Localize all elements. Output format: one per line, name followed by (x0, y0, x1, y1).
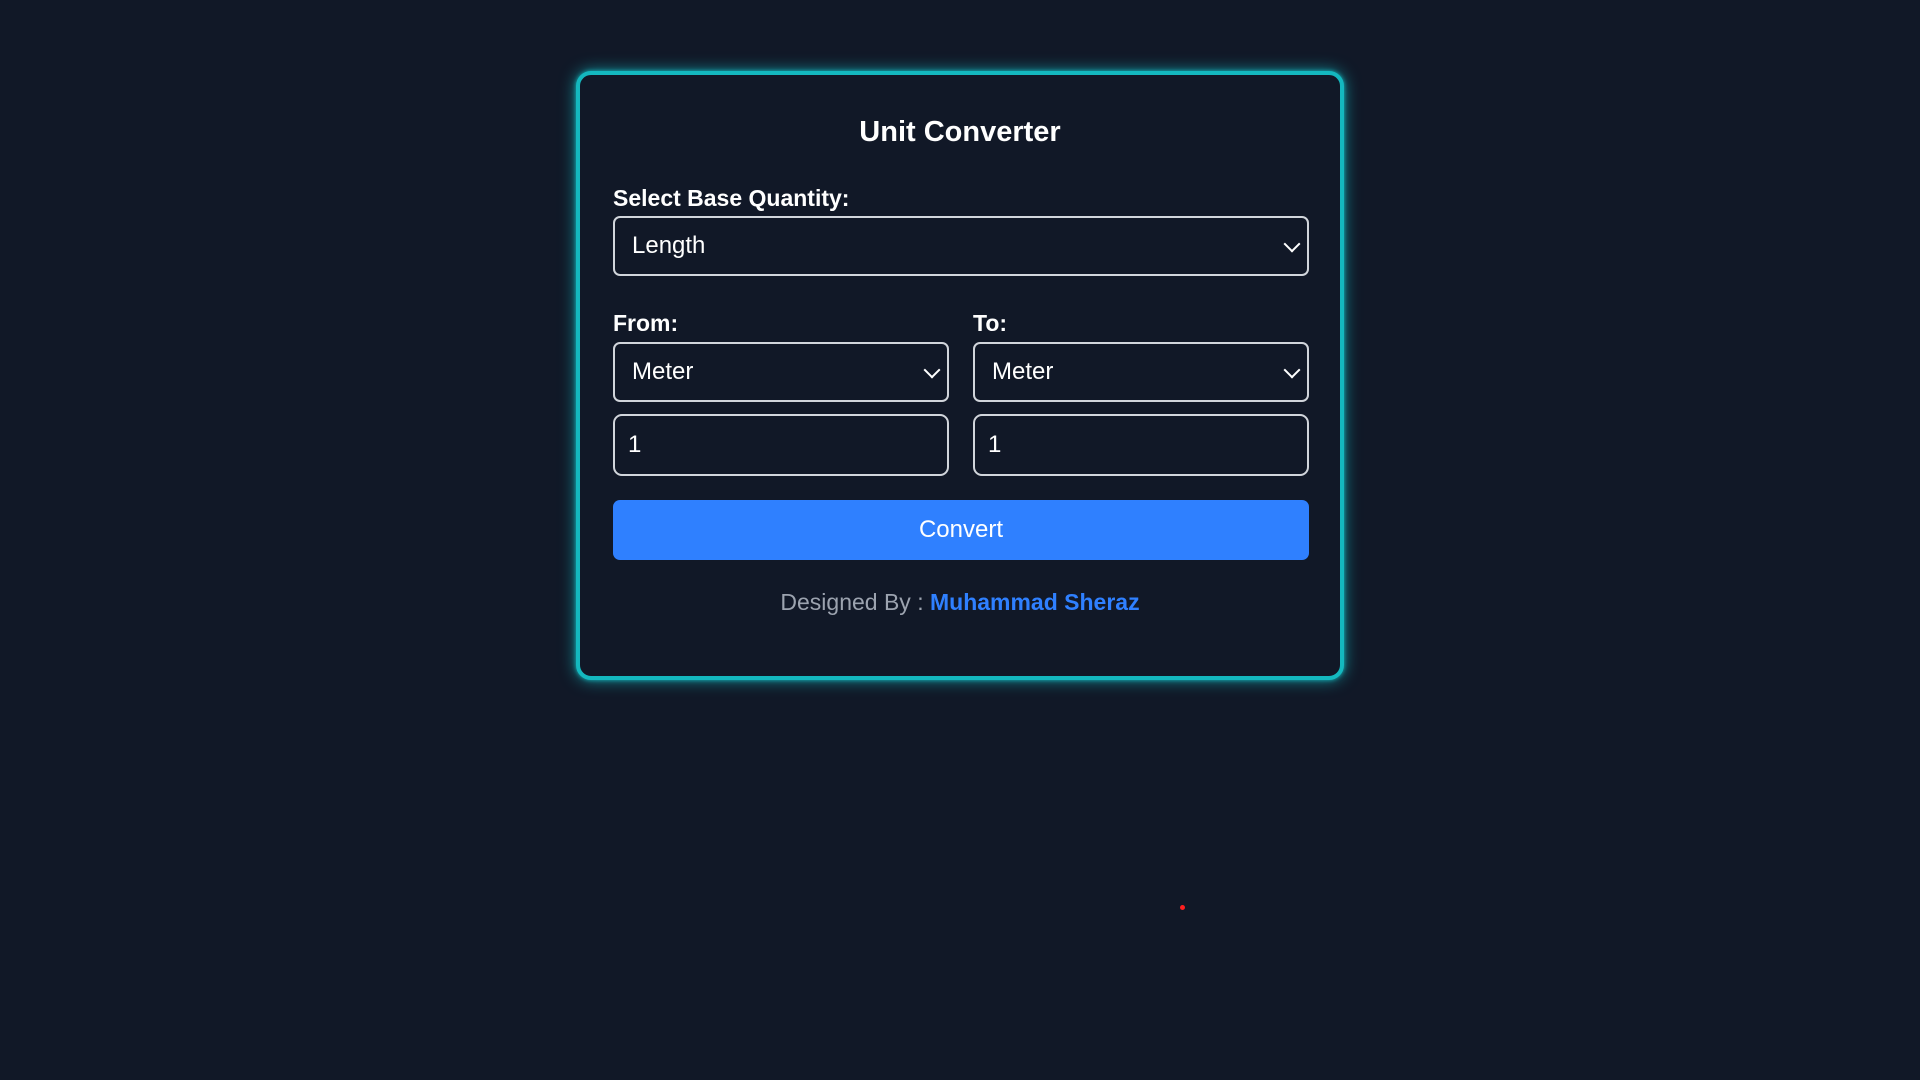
converter-card: Unit Converter Select Base Quantity: Len… (576, 71, 1344, 680)
chevron-down-icon (1283, 361, 1301, 379)
convert-button[interactable]: Convert (613, 500, 1309, 560)
to-value-input[interactable]: 1 (973, 414, 1309, 476)
author-link[interactable]: Muhammad Sheraz (930, 589, 1140, 615)
from-value-input[interactable]: 1 (613, 414, 949, 476)
to-label: To: (973, 310, 1008, 336)
cursor-dot (1180, 905, 1185, 910)
chevron-down-icon (923, 361, 941, 379)
designed-by-label: Designed By : (780, 589, 924, 615)
page-title: Unit Converter (859, 116, 1061, 148)
base-quantity-value: Length (632, 232, 706, 259)
base-quantity-select[interactable]: Length (613, 216, 1309, 276)
from-label: From: (613, 310, 679, 336)
to-unit-select[interactable]: Meter (973, 342, 1309, 402)
chevron-down-icon (1283, 235, 1301, 253)
from-unit-value: Meter (632, 358, 694, 385)
base-quantity-label: Select Base Quantity: (613, 185, 850, 211)
designer-credit: Designed By : Muhammad Sheraz (580, 589, 1340, 617)
from-unit-select[interactable]: Meter (613, 342, 949, 402)
unit-converter-page: Unit Converter Select Base Quantity: Len… (0, 0, 1920, 1080)
to-unit-value: Meter (992, 358, 1054, 385)
